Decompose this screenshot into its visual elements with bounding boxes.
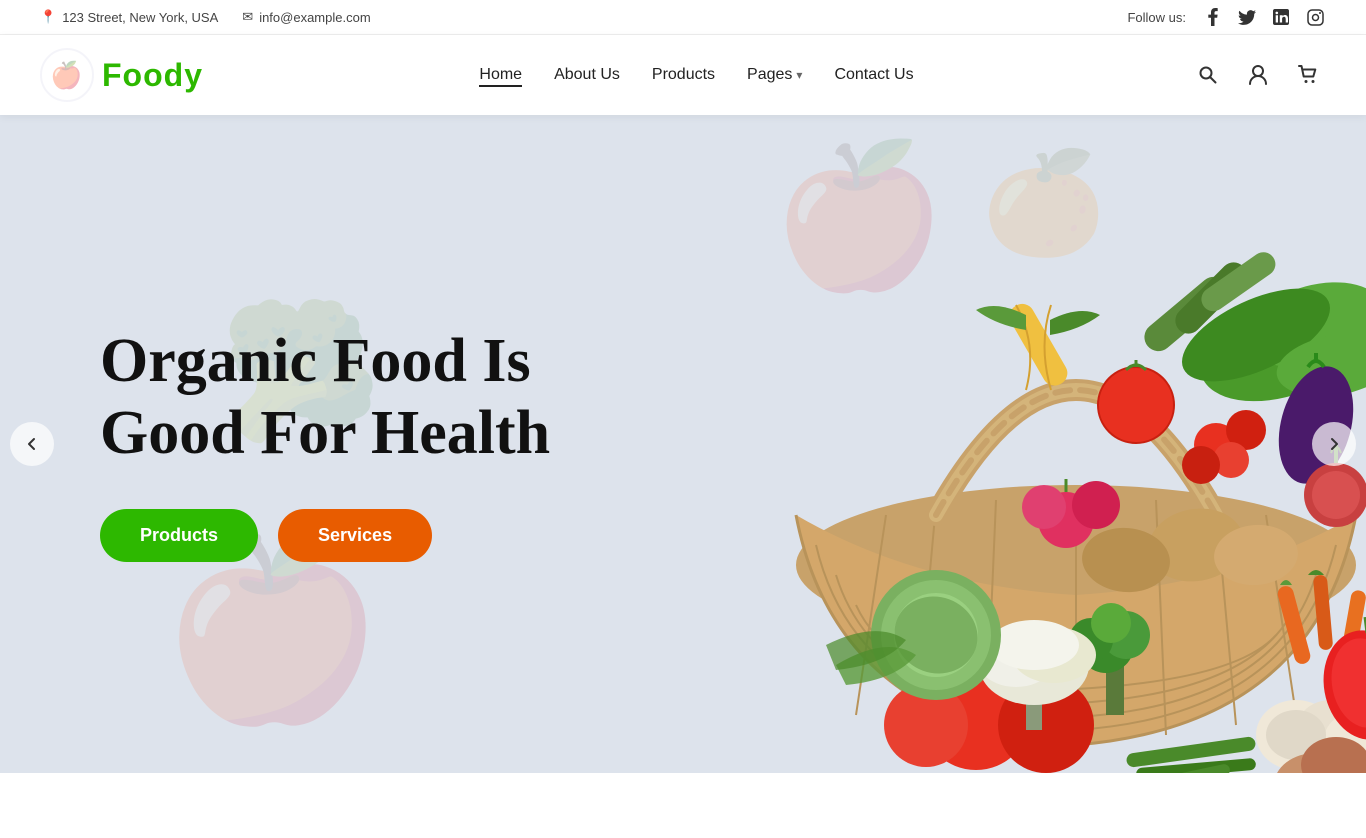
follow-label: Follow us: <box>1127 10 1186 25</box>
chevron-down-icon: ▾ <box>796 68 802 82</box>
facebook-icon[interactable] <box>1202 6 1224 28</box>
cart-button[interactable] <box>1290 57 1326 93</box>
chevron-right-icon <box>1327 437 1341 451</box>
logo-text: Foody <box>102 57 203 94</box>
nav-links: Home About Us Products Pages ▾ Contact U… <box>479 62 913 88</box>
email-item: ✉ info@example.com <box>242 9 370 25</box>
nav-item-pages[interactable]: Pages ▾ <box>747 62 802 88</box>
search-button[interactable] <box>1190 57 1226 93</box>
pin-icon: 📍 <box>40 9 56 25</box>
address-text: 123 Street, New York, USA <box>62 10 218 25</box>
hero-title: Organic Food Is Good For Health <box>100 326 550 469</box>
products-button[interactable]: Products <box>100 509 258 562</box>
hero-title-line2: Good For Health <box>100 399 550 467</box>
hero-content: Organic Food Is Good For Health Products… <box>0 326 550 562</box>
services-button[interactable]: Services <box>278 509 432 562</box>
nav-link-pages[interactable]: Pages <box>747 62 792 88</box>
nav-link-contact[interactable]: Contact Us <box>834 62 913 87</box>
chevron-left-icon <box>25 437 39 451</box>
email-text: info@example.com <box>259 10 370 25</box>
hero-image <box>606 115 1366 773</box>
nav-icons <box>1190 57 1326 93</box>
user-icon <box>1249 65 1267 85</box>
topbar-right: Follow us: <box>1127 6 1326 28</box>
nav-item-home[interactable]: Home <box>479 66 522 84</box>
carousel-prev-button[interactable] <box>10 422 54 466</box>
nav-item-contact[interactable]: Contact Us <box>834 66 913 84</box>
nav-item-products[interactable]: Products <box>652 66 715 84</box>
nav-item-about[interactable]: About Us <box>554 66 620 84</box>
search-icon <box>1199 66 1217 84</box>
instagram-icon[interactable] <box>1304 6 1326 28</box>
hero-section: 🍎 🍊 🥦 🍎 Organic Food Is Good For Health … <box>0 115 1366 773</box>
nav-link-products[interactable]: Products <box>652 62 715 87</box>
vegetable-basket-svg <box>636 145 1366 773</box>
hero-buttons: Products Services <box>100 509 550 562</box>
navbar: 🍎 Foody Home About Us Products Pages ▾ C… <box>0 35 1366 115</box>
logo-icon: 🍎 <box>40 48 94 102</box>
logo[interactable]: 🍎 Foody <box>40 48 203 102</box>
nav-link-home[interactable]: Home <box>479 62 522 87</box>
mail-icon: ✉ <box>242 9 253 25</box>
twitter-icon[interactable] <box>1236 6 1258 28</box>
address-item: 📍 123 Street, New York, USA <box>40 9 218 25</box>
user-button[interactable] <box>1240 57 1276 93</box>
cart-icon <box>1298 65 1318 85</box>
topbar: 📍 123 Street, New York, USA ✉ info@examp… <box>0 0 1366 35</box>
hero-title-line1: Organic Food Is <box>100 327 531 395</box>
topbar-left: 📍 123 Street, New York, USA ✉ info@examp… <box>40 9 371 25</box>
carousel-next-button[interactable] <box>1312 422 1356 466</box>
nav-link-about[interactable]: About Us <box>554 62 620 87</box>
linkedin-icon[interactable] <box>1270 6 1292 28</box>
